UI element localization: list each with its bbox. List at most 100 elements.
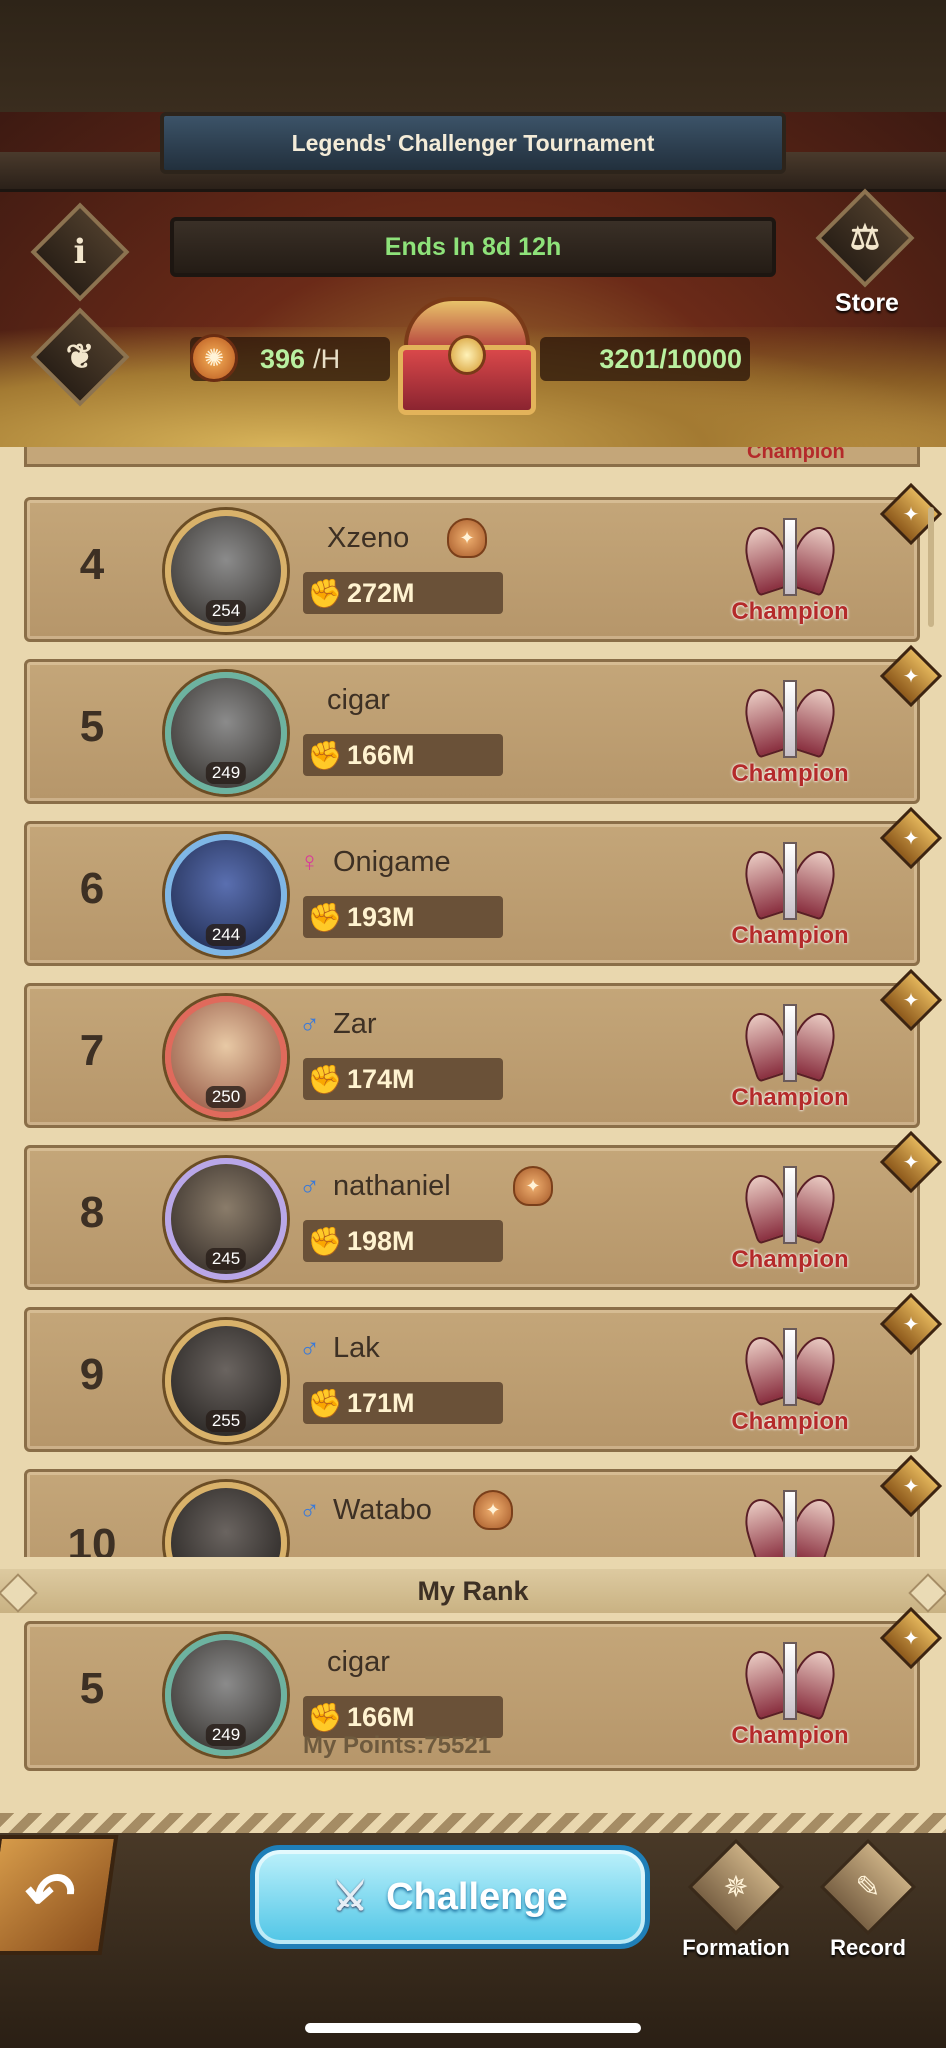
avatar[interactable]: 249 [165,672,287,794]
scroll-icon: ✎ [855,1870,881,1904]
power-text: 166M [347,739,415,770]
power-value: ✊ 171M [303,1382,503,1424]
rate-unit: /H [313,343,341,374]
power-text: 166M [347,1701,415,1732]
rank-badge-icon: ✦ [473,1490,513,1530]
avatar[interactable]: 250 [165,996,287,1118]
store-label: Store [835,289,899,317]
power-text: 272M [347,577,415,608]
corner-tag-icon: ✦ [879,644,943,708]
champion-emblem-icon [737,1490,843,1557]
reward-chest-icon[interactable] [398,297,536,417]
player-name: Watabo [333,1494,432,1526]
rank-number: 9 [79,1350,105,1399]
power-text: 174M [347,1063,415,1094]
avatar[interactable]: 255 [165,1320,287,1442]
scrollbar[interactable] [928,507,934,627]
leaderboard-panel: Champion 4 254 Xzeno ✦ ✊ 272M Champion ✦… [0,447,946,1827]
tier-label: Champion [731,1722,849,1749]
male-gender-icon: ♂ [299,1008,320,1039]
challenge-label: Challenge [386,1875,568,1918]
power-value: ✊ 272M [303,572,503,614]
corner-tag-icon: ✦ [879,1606,943,1670]
leaderboard-row[interactable]: 6 244 ♀ Onigame ✊ 193M Champion ✦ [24,806,943,966]
info-button[interactable]: i [30,202,130,302]
rank-number: 4 [79,540,105,589]
leaderboard-row[interactable]: 7 250 ♂ Zar ✊ 174M Champion ✦ [24,968,943,1128]
level-badge: 249 [205,762,247,784]
leaderboard-row[interactable]: 9 255 ♂ Lak ✊ 171M Champion ✦ [24,1292,943,1452]
power-value: ✊ 174M [303,1058,503,1100]
avatar[interactable] [165,1482,287,1557]
partial-row-above: Champion [24,447,920,467]
tier-label: Champion [731,1246,849,1273]
tier-label: Champion [731,598,849,625]
formation-button[interactable]: ✵ Formation [680,1838,792,1967]
corner-tag-icon: ✦ [879,806,943,870]
leaderboard-row[interactable]: 4 254 Xzeno ✦ ✊ 272M Champion ✦ [24,482,943,642]
record-diamond: ✎ [819,1838,917,1936]
ends-in-timer: Ends In 8d 12h [170,217,776,277]
rank-number: 5 [79,702,105,751]
record-button[interactable]: ✎ Record [812,1838,924,1967]
partial-champion-label: Champion [747,447,845,463]
champion-emblem-icon [737,1642,843,1722]
sprout-icon: ❦ [65,337,95,377]
champion-emblem-icon [737,680,843,760]
rank-badge-icon: ✦ [513,1166,553,1206]
champion-emblem-icon [737,1328,843,1408]
crossed-swords-icon: ⚔ [332,1875,369,1919]
challenge-button[interactable]: ⚔ Challenge [250,1845,650,1949]
rank-number: 10 [67,1520,117,1557]
tier-label: Champion [731,922,849,949]
power-value: ✊ 193M [303,896,503,938]
level-badge: 245 [205,1248,247,1270]
fist-icon: ✊ [307,577,343,609]
champion-emblem-icon [737,1166,843,1246]
female-gender-icon: ♀ [299,846,320,877]
corner-tag-icon: ✦ [879,1292,943,1356]
scales-icon: ⚖ [849,218,881,258]
fist-icon: ✊ [307,1063,343,1095]
bottom-action-bar: ↶ ⚔ Challenge ✵ Formation ✎ Record [0,1813,946,2048]
my-rank-row[interactable]: 5 249 cigar ✊ 166M My Points:75521 Champ… [24,1606,943,1771]
info-icon: i [73,232,87,272]
avatar[interactable]: 245 [165,1158,287,1280]
leaderboard-list[interactable]: Champion 4 254 Xzeno ✦ ✊ 272M Champion ✦… [0,447,946,1557]
tier-label: Champion [731,1408,849,1435]
fist-icon: ✊ [307,1701,343,1733]
store-diamond: ⚖ [815,188,915,288]
home-indicator[interactable] [305,2023,641,2033]
player-name: Xzeno [327,522,410,554]
my-rank-heading: My Rank [0,1569,946,1613]
champion-emblem-icon [737,842,843,922]
leaderboard-row[interactable]: 8 245 ♂ nathaniel ✦ ✊ 198M Champion ✦ [24,1130,943,1290]
avatar[interactable]: 254 [165,510,287,632]
rank-number: 6 [79,864,105,913]
back-button[interactable]: ↶ [0,1835,119,1955]
store-button[interactable]: ⚖ Store [812,188,922,327]
tier-label: Champion [731,760,849,787]
power-value: ✊ 166M [303,734,503,776]
avatar[interactable]: 244 [165,834,287,956]
leaderboard-row[interactable]: 5 249 cigar ✊ 166M Champion ✦ [24,644,943,804]
power-text: 193M [347,901,415,932]
leaderboard-row[interactable]: 10 ♂ Watabo ✦ ✦ [24,1454,943,1557]
chest-progress: 3201/10000 [540,337,750,381]
chest-lock [448,335,486,375]
power-value: ✊ 198M [303,1220,503,1262]
level-badge: 255 [205,1410,247,1432]
male-gender-icon: ♂ [299,1170,320,1201]
power-text: 171M [347,1387,415,1418]
corner-tag-icon: ✦ [879,968,943,1032]
back-arrow-icon: ↶ [20,1861,80,1928]
level-badge: 249 [205,1724,247,1746]
rank-number: 8 [79,1188,105,1237]
avatar[interactable]: 249 [165,1634,287,1756]
level-badge: 250 [205,1086,247,1108]
player-name: Zar [333,1008,377,1040]
record-label: Record [830,1935,906,1960]
male-gender-icon: ♂ [299,1332,320,1363]
formation-label: Formation [682,1935,790,1960]
top-status-area [0,0,946,112]
